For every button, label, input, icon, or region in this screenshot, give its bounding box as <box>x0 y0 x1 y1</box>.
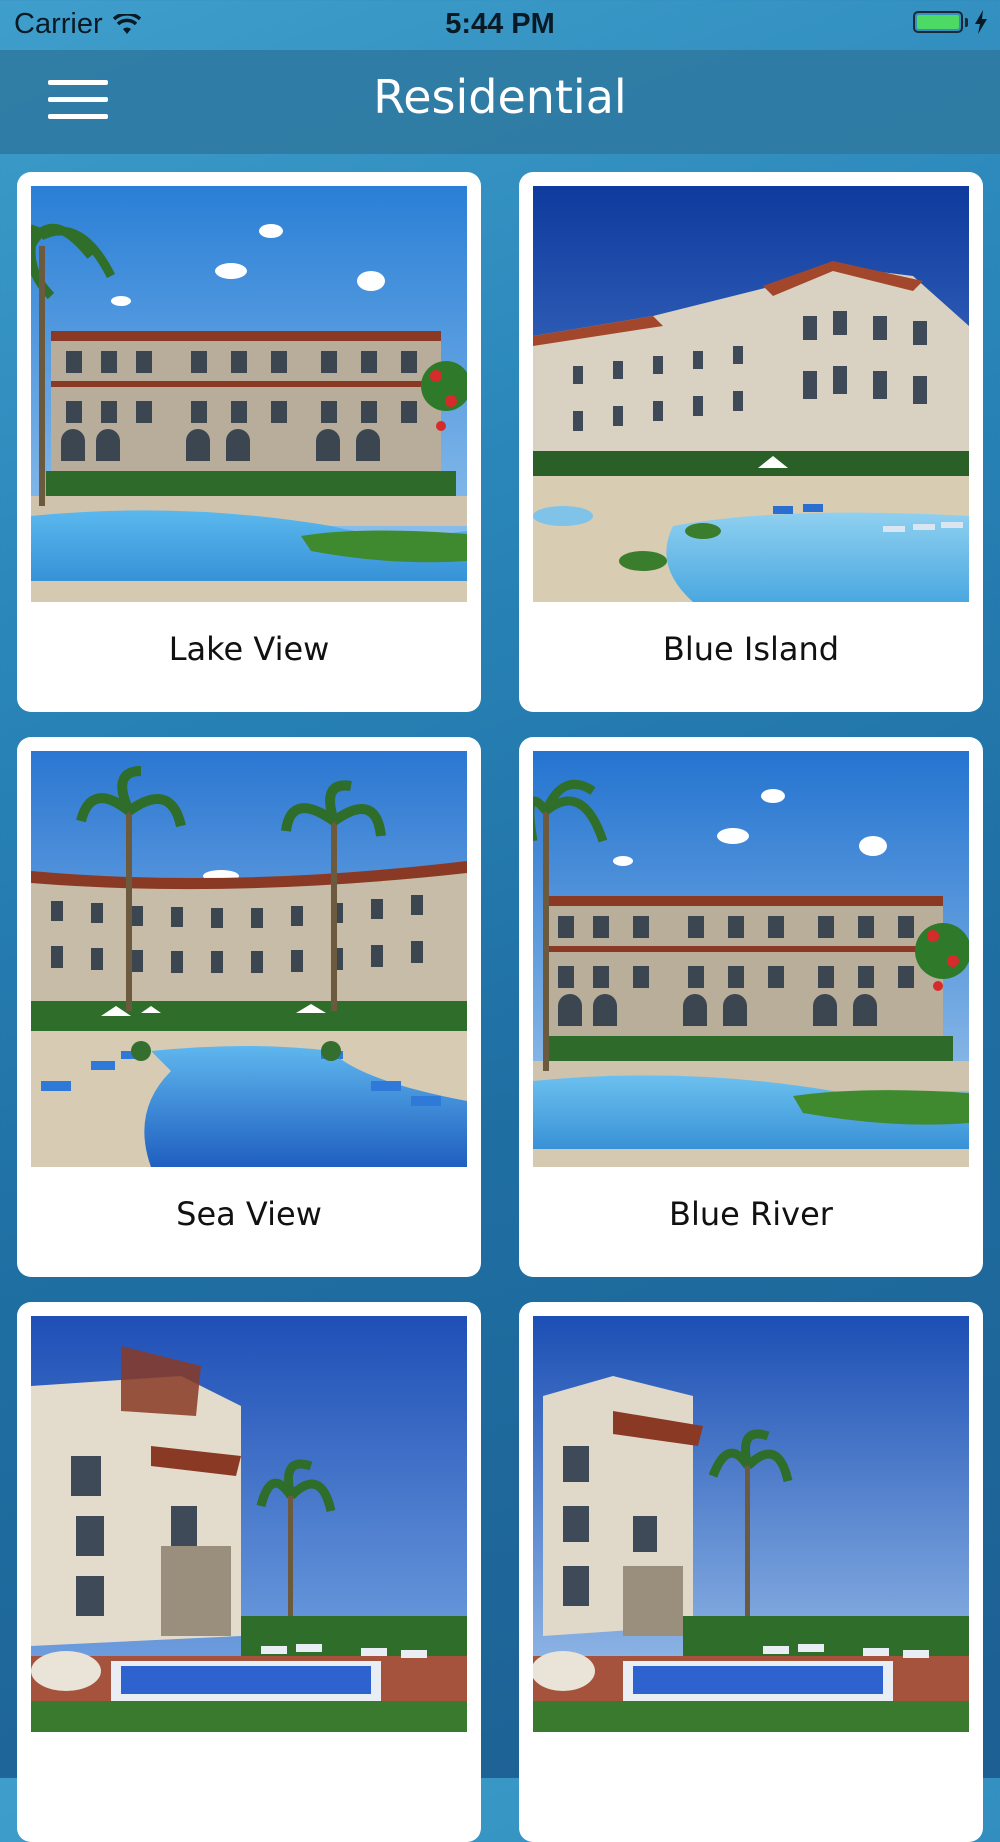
project-card-blue-river[interactable]: Blue River <box>519 737 983 1277</box>
status-bar: Carrier 5:44 PM <box>0 0 1000 50</box>
project-name: Blue Island <box>662 630 840 668</box>
project-image <box>533 186 969 602</box>
project-card-6[interactable] <box>519 1302 983 1842</box>
project-card-lake-view[interactable]: Lake View <box>17 172 481 712</box>
project-name: Blue River <box>669 1195 833 1233</box>
project-image <box>31 186 467 602</box>
charging-bolt-icon <box>975 10 987 34</box>
page-title: Residential <box>373 70 627 124</box>
project-image <box>533 1316 969 1732</box>
project-image <box>31 1316 467 1732</box>
project-card-blue-island[interactable]: Blue Island <box>519 172 983 712</box>
battery-status <box>913 10 988 34</box>
navigation-bar: Residential <box>0 50 1000 154</box>
project-card-sea-view[interactable]: Sea View <box>17 737 481 1277</box>
status-time: 5:44 PM <box>445 8 555 40</box>
battery-icon <box>913 11 963 33</box>
project-image <box>533 751 969 1167</box>
project-image <box>31 751 467 1167</box>
project-name: Sea View <box>176 1195 322 1233</box>
project-name: Lake View <box>168 630 330 668</box>
project-card-5[interactable] <box>17 1302 481 1842</box>
